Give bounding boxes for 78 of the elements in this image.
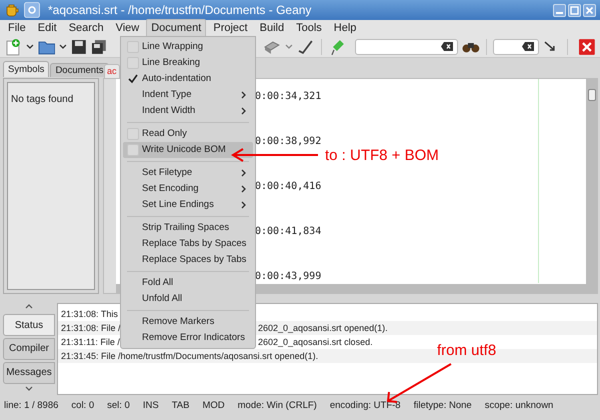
status-text: mode: Win (CRLF): [238, 398, 317, 413]
caret-icon[interactable]: [26, 42, 34, 50]
menu-item[interactable]: Set Line Endings: [123, 197, 253, 213]
empty-message: No tags found: [11, 94, 74, 105]
message-tab[interactable]: Compiler: [3, 338, 55, 360]
status-text: sel: 0: [107, 398, 130, 413]
menu-item[interactable]: Auto-indentation: [123, 71, 253, 87]
menu-item[interactable]: Indent Width: [123, 103, 253, 119]
message-tab[interactable]: Status: [3, 314, 55, 336]
search-field[interactable]: [355, 38, 458, 54]
menu-item[interactable]: Read Only: [123, 126, 253, 142]
message-text: 21:31:11: File /: [61, 337, 120, 347]
code-line: 0:00:43,999: [255, 271, 322, 282]
menu-item[interactable]: Write Unicode BOM: [123, 142, 253, 158]
message-text: 21:31:45: File /home/trustfm/Documents/aqosansi.srt opened(1).: [61, 351, 318, 361]
status-text: MOD: [202, 398, 225, 413]
annotation-arrow: [386, 363, 452, 403]
goto-line-field[interactable]: [492, 38, 540, 54]
menu-item[interactable]: Edit: [32, 18, 62, 38]
message-text: 2602_0_aqosansi.srt opened(1).: [258, 322, 388, 335]
menu-item[interactable]: Indent Type: [123, 87, 253, 103]
menu-item[interactable]: Fold All: [123, 275, 253, 291]
sidebar-tab[interactable]: Documents: [50, 63, 108, 77]
brick-icon[interactable]: [263, 38, 281, 54]
status-text: scope: unknown: [484, 398, 554, 413]
status-text: INS: [142, 398, 159, 413]
menu-item[interactable]: Search: [64, 18, 109, 38]
status-text: line: 1 / 8986: [4, 398, 58, 413]
menu-item[interactable]: Remove Markers: [123, 314, 253, 330]
close-icon[interactable]: [583, 4, 596, 16]
floppy-disks-icon[interactable]: [91, 38, 107, 54]
vertical-scrollbar[interactable]: [586, 79, 597, 293]
status-text: filetype: None: [414, 398, 472, 413]
quit-icon[interactable]: [578, 38, 596, 56]
maximize-icon[interactable]: [568, 4, 581, 16]
minimize-icon[interactable]: [553, 4, 566, 16]
sidebar-tab[interactable]: Symbols: [3, 61, 50, 77]
menu-item[interactable]: Set Filetype: [123, 165, 253, 181]
editor-tab[interactable]: ac: [104, 64, 120, 78]
code-line: 0:00:38,992: [255, 136, 322, 147]
color-picker-icon[interactable]: [330, 38, 346, 56]
status-text: TAB: [172, 398, 190, 413]
menu-item[interactable]: Strip Trailing Spaces: [123, 220, 253, 236]
checkbox[interactable]: [127, 144, 139, 156]
menu-item[interactable]: Set Encoding: [123, 181, 253, 197]
scroll-thumb[interactable]: [588, 89, 596, 101]
clear-icon[interactable]: [522, 42, 534, 51]
message-text: 2602_0_aqosansi.srt closed.: [258, 336, 373, 349]
code-line: 0:00:40,416: [255, 181, 322, 192]
code-line: 0:00:41,834: [255, 226, 322, 237]
menu-item[interactable]: View: [110, 18, 144, 38]
jump-arrow-icon[interactable]: [543, 40, 558, 54]
checkmark-icon[interactable]: [127, 73, 139, 85]
clear-icon[interactable]: [441, 42, 454, 51]
caret-icon[interactable]: [59, 42, 68, 50]
message-text: 21:31:08: This: [61, 309, 118, 319]
menu-item[interactable]: Build: [254, 18, 290, 38]
menu-item[interactable]: Project: [208, 18, 253, 38]
menu-item[interactable]: Remove Error Indicators: [123, 330, 253, 346]
menu-item[interactable]: Replace Spaces by Tabs: [123, 252, 253, 268]
checkmark-icon[interactable]: [296, 38, 313, 54]
menu-item[interactable]: Help: [328, 18, 362, 38]
annotation-text: from utf8: [437, 341, 496, 361]
menu-item[interactable]: Tools: [291, 18, 327, 38]
menu-item[interactable]: Line Breaking: [123, 55, 253, 71]
teapot-icon: [4, 3, 20, 17]
folder-icon[interactable]: [38, 38, 56, 54]
menu-item[interactable]: Replace Tabs by Spaces: [123, 236, 253, 252]
menu-item[interactable]: File: [3, 18, 31, 38]
window-menu-icon[interactable]: [24, 2, 40, 18]
status-text: col: 0: [71, 398, 94, 413]
menu-item[interactable]: Line Wrapping: [123, 39, 253, 55]
annotation-text: to : UTF8 + BOM: [325, 146, 439, 166]
window-title: *aqosansi.srt - /home/trustfm/Documents - Geany: [48, 2, 312, 19]
menu-item[interactable]: Unfold All: [123, 291, 253, 307]
binoculars-icon[interactable]: [462, 40, 480, 52]
message-tab[interactable]: Messages: [3, 362, 55, 384]
code-line: 0:00:34,321: [255, 91, 322, 102]
